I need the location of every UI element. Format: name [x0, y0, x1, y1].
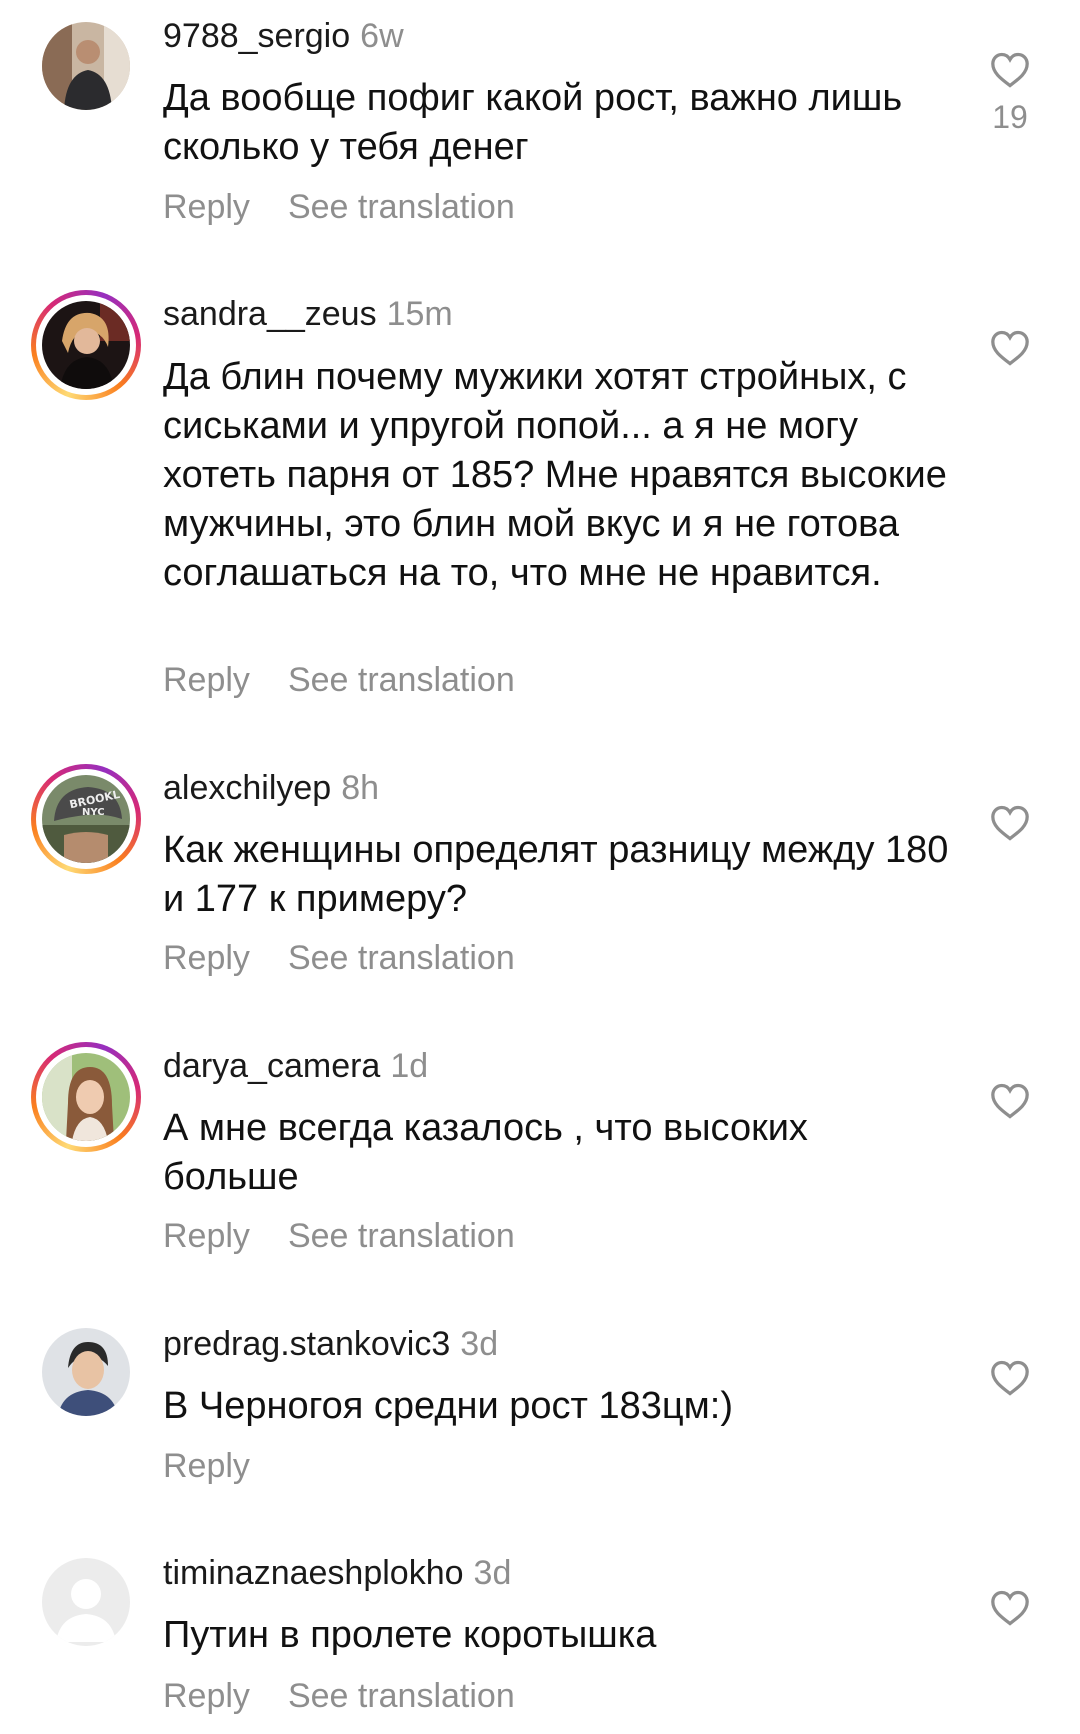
reply-button[interactable]: Reply — [163, 1677, 250, 1715]
heart-outline-icon — [991, 52, 1029, 88]
like-button[interactable] — [985, 805, 1035, 841]
heart-outline-icon — [991, 1360, 1029, 1396]
like-count: 19 — [992, 99, 1028, 135]
like-button[interactable] — [985, 1590, 1035, 1626]
comment-text: В Черногоя средни рост 183цм:) — [163, 1385, 734, 1427]
comment-time: 3d — [460, 1325, 499, 1363]
reply-button[interactable]: Reply — [163, 1447, 250, 1485]
like-button[interactable] — [985, 1360, 1035, 1396]
avatar[interactable] — [42, 22, 130, 110]
see-translation-button[interactable]: See translation — [288, 188, 515, 226]
reply-button[interactable]: Reply — [163, 939, 250, 977]
comment-username[interactable]: alexchilyep — [163, 769, 331, 807]
comment-actions: Reply See translation — [163, 1216, 515, 1256]
comment-meta: 9788_sergio 6w — [163, 16, 404, 56]
see-translation-button[interactable]: See translation — [288, 1217, 515, 1255]
reply-button[interactable]: Reply — [163, 1217, 250, 1255]
comment-text: Как женщины определят разницу между 180 … — [163, 829, 949, 920]
comment-actions: Reply See translation — [163, 1676, 515, 1716]
heart-outline-icon — [991, 1083, 1029, 1119]
reply-button[interactable]: Reply — [163, 661, 250, 699]
like-button[interactable]: 19 — [985, 52, 1035, 136]
see-translation-button[interactable]: See translation — [288, 939, 515, 977]
comment-time: 15m — [386, 295, 453, 333]
heart-outline-icon — [991, 805, 1029, 841]
story-ring[interactable] — [31, 1042, 141, 1152]
see-translation-button[interactable]: See translation — [288, 661, 515, 699]
comment-actions: Reply See translation — [163, 660, 515, 700]
comment-text: Путин в пролете коротышка — [163, 1614, 657, 1656]
comment-meta: sandra__zeus 15m — [163, 294, 453, 334]
comment-meta: predrag.stankovic3 3d — [163, 1324, 498, 1364]
heart-outline-icon — [991, 1590, 1029, 1626]
comment-meta: darya_camera 1d — [163, 1046, 428, 1086]
reply-button[interactable]: Reply — [163, 188, 250, 226]
cap-text: NYC — [82, 807, 105, 818]
comment-time: 1d — [390, 1047, 429, 1085]
comment-text: Да вообще пофиг какой рост, важно лишь с… — [163, 77, 903, 168]
story-ring[interactable] — [31, 290, 141, 400]
comment-time: 8h — [341, 769, 380, 807]
heart-outline-icon — [991, 330, 1029, 366]
comment-text: Да блин почему мужики хотят стройных, с … — [163, 356, 947, 594]
comment-text: А мне всегда казалось , что высоких боль… — [163, 1107, 808, 1198]
comment-username[interactable]: sandra__zeus — [163, 295, 377, 333]
avatar — [42, 301, 130, 389]
comment-username[interactable]: predrag.stankovic3 — [163, 1325, 450, 1363]
see-translation-button[interactable]: See translation — [288, 1677, 515, 1715]
comment-actions: Reply See translation — [163, 187, 515, 227]
story-ring[interactable]: BROOKL NYC — [31, 764, 141, 874]
comment-meta: timinaznaeshplokho 3d — [163, 1553, 511, 1593]
avatar[interactable] — [42, 1328, 130, 1416]
avatar: BROOKL NYC — [42, 775, 130, 863]
comment-time: 3d — [473, 1554, 512, 1592]
comment-username[interactable]: 9788_sergio — [163, 17, 350, 55]
avatar-placeholder[interactable] — [42, 1558, 130, 1646]
like-button[interactable] — [985, 1083, 1035, 1119]
like-button[interactable] — [985, 330, 1035, 366]
comment-meta: alexchilyep 8h — [163, 768, 379, 808]
avatar — [42, 1053, 130, 1141]
comment-username[interactable]: darya_camera — [163, 1047, 380, 1085]
comment-actions: Reply — [163, 1446, 250, 1486]
comment-username[interactable]: timinaznaeshplokho — [163, 1554, 464, 1592]
comment-actions: Reply See translation — [163, 938, 515, 978]
comment-time: 6w — [360, 17, 404, 55]
